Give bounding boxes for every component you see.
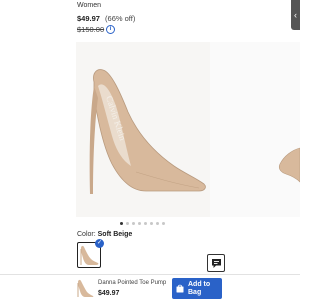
color-label: Color: <box>77 231 96 238</box>
shoe-image: Calvin Klein <box>89 69 206 194</box>
original-price: $150.00 <box>77 25 105 34</box>
carousel-dot-8[interactable] <box>162 222 165 225</box>
carousel-dots <box>120 222 165 225</box>
add-to-bag-button[interactable]: Add to Bag <box>172 278 222 299</box>
side-panel-tab[interactable]: ‹ <box>291 0 300 30</box>
product-thumbnail <box>77 279 94 297</box>
chevron-left-icon: ‹ <box>294 10 297 20</box>
color-selection-label: Color: Soft Beige <box>77 231 132 238</box>
carousel-dot-5[interactable] <box>144 222 147 225</box>
chat-button[interactable] <box>207 254 225 272</box>
product-header: Women $49.97 (66% off) $150.00 i <box>0 0 300 40</box>
bar-product-name: Danna Pointed Toe Pump <box>98 280 167 286</box>
info-icon[interactable]: i <box>106 25 116 34</box>
sticky-add-to-bag-bar: Danna Pointed Toe Pump $49.97 Add to Bag <box>0 274 300 300</box>
selected-color: Soft Beige <box>97 231 133 238</box>
carousel-dot-6[interactable] <box>150 222 153 225</box>
bar-price: $49.97 <box>98 290 120 297</box>
add-to-bag-line2: Bag <box>188 288 202 296</box>
carousel-dot-7[interactable] <box>156 222 159 225</box>
next-shoe-image <box>278 147 300 183</box>
sale-price: $49.97 <box>77 14 100 23</box>
product-category: Women <box>77 2 101 9</box>
carousel-dot-1[interactable] <box>120 222 123 225</box>
bag-icon <box>176 284 184 293</box>
carousel-dot-3[interactable] <box>132 222 135 225</box>
add-to-bag-label: Add to Bag <box>188 281 210 297</box>
gallery-slide-next <box>210 42 300 217</box>
discount-label: (66% off) <box>105 14 136 23</box>
original-price-row: $150.00 i <box>77 25 116 34</box>
chat-icon <box>211 258 221 268</box>
carousel-dot-2[interactable] <box>126 222 129 225</box>
carousel-dot-4[interactable] <box>138 222 141 225</box>
check-icon: ✓ <box>95 239 104 248</box>
color-swatch-soft-beige[interactable]: ✓ <box>77 239 104 268</box>
product-image-gallery[interactable]: Calvin Klein <box>76 42 300 217</box>
add-to-bag-line1: Add to <box>188 280 211 288</box>
price-row: $49.97 (66% off) <box>77 14 135 23</box>
